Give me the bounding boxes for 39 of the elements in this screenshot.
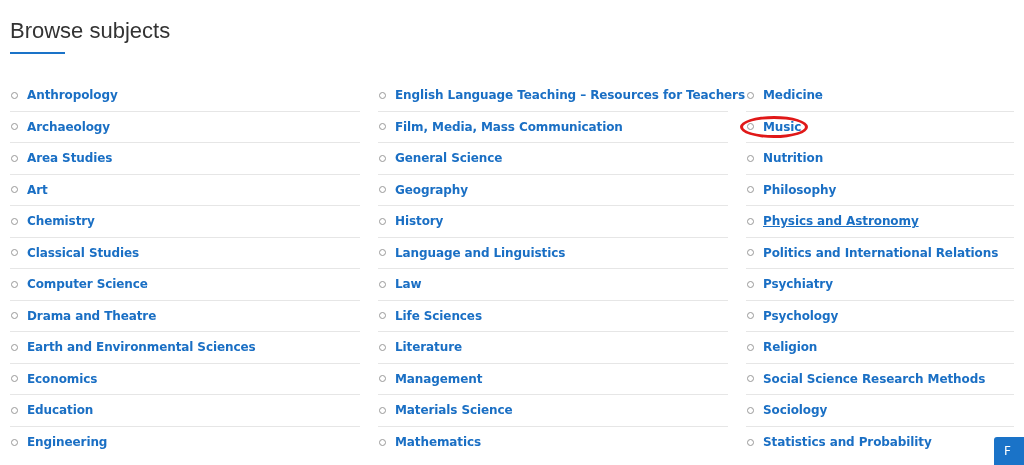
- subject-link[interactable]: Engineering: [27, 435, 108, 450]
- subject-link[interactable]: Statistics and Probability: [763, 435, 932, 450]
- subject-link[interactable]: Drama and Theatre: [27, 308, 157, 323]
- subject-link[interactable]: Law: [395, 277, 422, 292]
- subject-link[interactable]: Materials Science: [395, 403, 513, 418]
- subject-link[interactable]: General Science: [395, 151, 503, 166]
- subject-link[interactable]: English Language Teaching – Resources for Teachers: [395, 88, 745, 103]
- corner-button[interactable]: F: [994, 437, 1024, 465]
- subject-link[interactable]: Politics and International Relations: [763, 245, 999, 260]
- subject-link[interactable]: Medicine: [763, 88, 823, 103]
- subject-link[interactable]: Music: [763, 119, 802, 134]
- subject-link[interactable]: Art: [27, 182, 48, 197]
- subject-link[interactable]: Geography: [395, 182, 468, 197]
- subject-link[interactable]: Economics: [27, 371, 98, 386]
- subject-link[interactable]: Chemistry: [27, 214, 95, 229]
- subject-link[interactable]: Anthropology: [27, 88, 118, 103]
- subject-link[interactable]: Area Studies: [27, 151, 113, 166]
- subject-link[interactable]: Philosophy: [763, 182, 837, 197]
- subject-link[interactable]: Archaeology: [27, 119, 110, 134]
- subject-link[interactable]: Life Sciences: [395, 308, 482, 323]
- subject-link[interactable]: Education: [27, 403, 94, 418]
- subject-link[interactable]: Management: [395, 371, 483, 386]
- subject-link[interactable]: Computer Science: [27, 277, 148, 292]
- subject-link[interactable]: Language and Linguistics: [395, 245, 566, 260]
- subject-link[interactable]: History: [395, 214, 444, 229]
- subject-link[interactable]: Psychology: [763, 308, 839, 323]
- page-title: Browse subjects: [10, 18, 172, 44]
- subject-link[interactable]: Mathematics: [395, 435, 482, 450]
- title-underline: [10, 52, 65, 54]
- subject-link[interactable]: Nutrition: [763, 151, 824, 166]
- subject-link[interactable]: Earth and Environmental Sciences: [27, 340, 256, 355]
- subject-link[interactable]: Religion: [763, 340, 818, 355]
- subject-link[interactable]: Social Science Research Methods: [763, 371, 986, 386]
- subject-link[interactable]: Film, Media, Mass Communication: [395, 119, 623, 134]
- subject-link[interactable]: Physics and Astronomy: [763, 214, 919, 229]
- subject-link[interactable]: Classical Studies: [27, 245, 140, 260]
- subject-link[interactable]: Sociology: [763, 403, 828, 418]
- subject-link[interactable]: Psychiatry: [763, 277, 833, 292]
- subject-link[interactable]: Literature: [395, 340, 462, 355]
